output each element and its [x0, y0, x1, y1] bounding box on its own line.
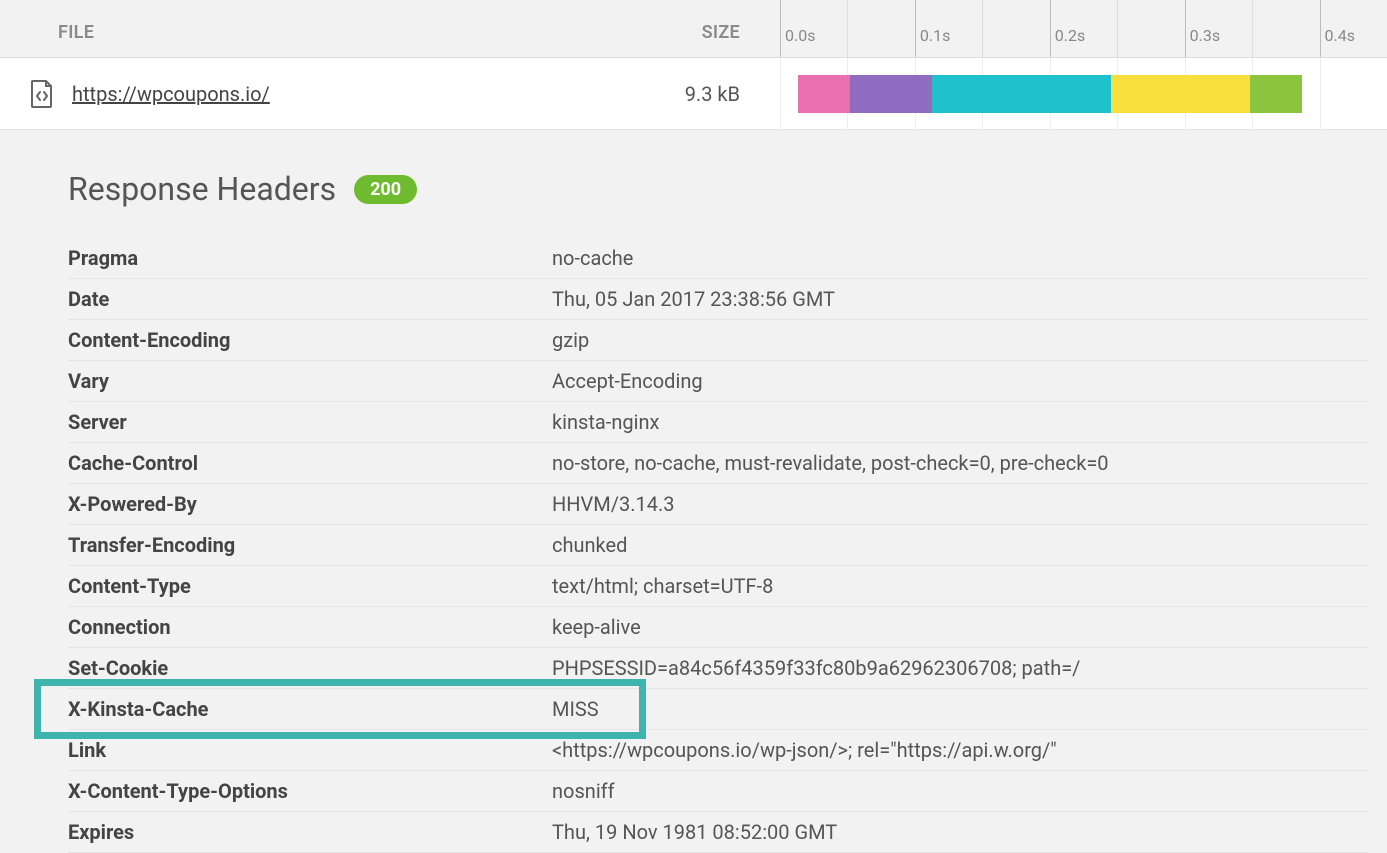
waterfall-bar — [780, 75, 1387, 113]
header-name: Server — [68, 409, 552, 435]
file-cell: https://wpcoupons.io/ — [0, 80, 650, 108]
timeline-minor-tick — [847, 0, 914, 57]
header-value: Accept-Encoding — [552, 368, 1368, 394]
header-row: Pragmano-cache — [68, 238, 1368, 279]
timeline-tick-label: 0.4s — [1325, 26, 1355, 45]
response-headers-table: Pragmano-cacheDateThu, 05 Jan 2017 23:38… — [68, 238, 1368, 853]
timeline-tick-label: 0.1s — [920, 26, 950, 45]
header-value: PHPSESSID=a84c56f4359f33fc80b9a629623067… — [552, 655, 1368, 681]
header-name: Transfer-Encoding — [68, 532, 552, 558]
header-name: X-Content-Type-Options — [68, 778, 552, 804]
header-value: <https://wpcoupons.io/wp-json/>; rel="ht… — [552, 737, 1368, 763]
timeline-cell — [780, 58, 1387, 129]
html-file-icon — [30, 80, 54, 108]
header-name: X-Kinsta-Cache — [68, 696, 552, 722]
size-cell: 9.3 kB — [650, 82, 780, 106]
timeline-column-header: 0.0s 0.1s 0.2s 0.3s 0.4s — [780, 0, 1387, 57]
timeline-tick-label: 0.0s — [785, 26, 815, 45]
header-value: HHVM/3.14.3 — [552, 491, 1368, 517]
header-value: gzip — [552, 327, 1368, 353]
header-name: Expires — [68, 819, 552, 845]
timeline-tick: 0.4s — [1320, 0, 1387, 57]
waterfall-segment — [780, 75, 798, 113]
waterfall-segment — [850, 75, 932, 113]
timeline-minor-tick — [982, 0, 1049, 57]
header-name: Date — [68, 286, 552, 312]
header-row: X-Powered-ByHHVM/3.14.3 — [68, 484, 1368, 525]
header-row: Cache-Controlno-store, no-cache, must-re… — [68, 443, 1368, 484]
header-name: X-Powered-By — [68, 491, 552, 517]
column-headers: FILE SIZE 0.0s 0.1s 0.2s 0.3s 0.4s — [0, 0, 1387, 58]
timeline-tick: 0.2s — [1050, 0, 1117, 57]
header-row: Connectionkeep-alive — [68, 607, 1368, 648]
timeline-minor-tick — [1252, 0, 1319, 57]
header-value: text/html; charset=UTF-8 — [552, 573, 1368, 599]
header-row: VaryAccept-Encoding — [68, 361, 1368, 402]
timeline-tick-label: 0.3s — [1190, 26, 1220, 45]
timeline-minor-tick — [1117, 0, 1184, 57]
file-url-link[interactable]: https://wpcoupons.io/ — [72, 82, 270, 106]
header-name: Content-Encoding — [68, 327, 552, 353]
header-row: Transfer-Encodingchunked — [68, 525, 1368, 566]
waterfall-segment — [1111, 75, 1251, 113]
header-row: Link<https://wpcoupons.io/wp-json/>; rel… — [68, 730, 1368, 771]
header-value: MISS — [552, 696, 1368, 722]
waterfall-panel: FILE SIZE 0.0s 0.1s 0.2s 0.3s 0.4s https://w… — [0, 0, 1387, 853]
header-name: Cache-Control — [68, 450, 552, 476]
header-value: no-store, no-cache, must-revalidate, pos… — [552, 450, 1368, 476]
header-name: Link — [68, 737, 552, 763]
header-value: nosniff — [552, 778, 1368, 804]
timeline-tick-label: 0.2s — [1055, 26, 1085, 45]
waterfall-segment — [1250, 75, 1302, 113]
http-status-badge: 200 — [354, 175, 417, 204]
header-name: Connection — [68, 614, 552, 640]
file-row[interactable]: https://wpcoupons.io/ 9.3 kB — [0, 58, 1387, 130]
header-value: kinsta-nginx — [552, 409, 1368, 435]
header-row: Content-Encodinggzip — [68, 320, 1368, 361]
header-value: no-cache — [552, 245, 1368, 271]
header-value: Thu, 19 Nov 1981 08:52:00 GMT — [552, 819, 1368, 845]
header-row: Content-Typetext/html; charset=UTF-8 — [68, 566, 1368, 607]
response-headers-title-row: Response Headers 200 — [68, 170, 1387, 208]
header-row: Serverkinsta-nginx — [68, 402, 1368, 443]
timeline-tick: 0.0s — [780, 0, 847, 57]
response-headers-title: Response Headers — [68, 170, 336, 208]
waterfall-segment — [932, 75, 1111, 113]
header-row: ExpiresThu, 19 Nov 1981 08:52:00 GMT — [68, 812, 1368, 853]
header-name: Vary — [68, 368, 552, 394]
header-name: Set-Cookie — [68, 655, 552, 681]
header-row: X-Content-Type-Optionsnosniff — [68, 771, 1368, 812]
size-column-header: SIZE — [650, 22, 780, 57]
response-details: Response Headers 200 Pragmano-cacheDateT… — [0, 130, 1387, 853]
file-column-header: FILE — [0, 22, 650, 57]
header-value: keep-alive — [552, 614, 1368, 640]
header-name: Content-Type — [68, 573, 552, 599]
timeline-tick: 0.3s — [1185, 0, 1252, 57]
header-row: DateThu, 05 Jan 2017 23:38:56 GMT — [68, 279, 1368, 320]
header-value: chunked — [552, 532, 1368, 558]
header-row: Set-CookiePHPSESSID=a84c56f4359f33fc80b9… — [68, 648, 1368, 689]
header-row: X-Kinsta-CacheMISS — [68, 689, 1368, 730]
header-value: Thu, 05 Jan 2017 23:38:56 GMT — [552, 286, 1368, 312]
timeline-tick: 0.1s — [915, 0, 982, 57]
header-name: Pragma — [68, 245, 552, 271]
waterfall-segment — [798, 75, 850, 113]
